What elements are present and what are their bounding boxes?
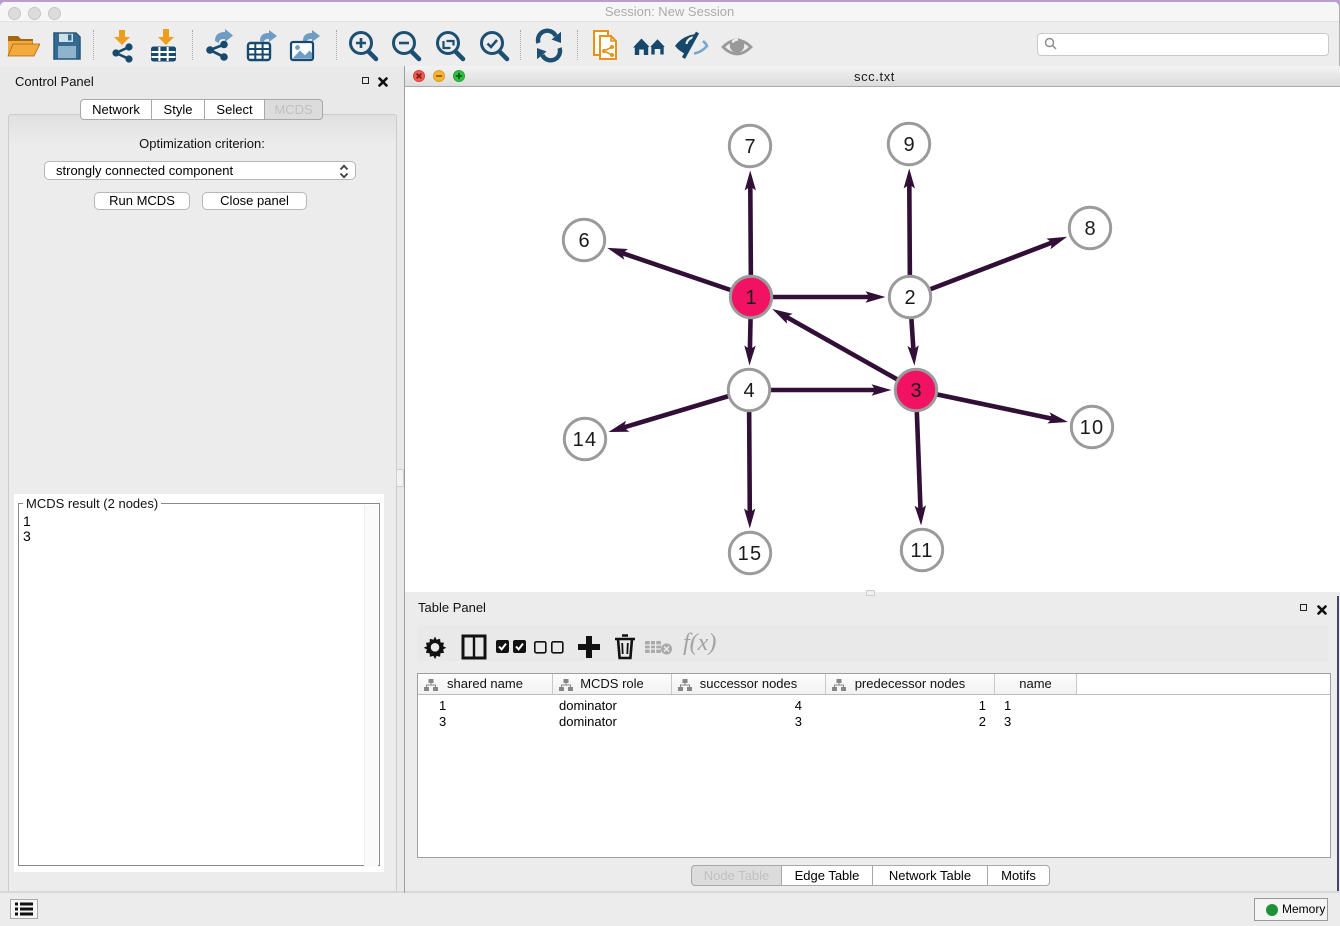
svg-text:7: 7 (744, 136, 755, 158)
svg-text:9: 9 (903, 134, 914, 156)
svg-text:10: 10 (1080, 417, 1105, 439)
svg-text:3: 3 (910, 380, 921, 402)
svg-text:8: 8 (1084, 218, 1095, 240)
svg-text:11: 11 (910, 540, 933, 562)
svg-text:6: 6 (578, 230, 589, 252)
svg-text:15: 15 (738, 543, 763, 565)
svg-text:2: 2 (904, 287, 915, 309)
svg-text:4: 4 (743, 380, 754, 402)
svg-text:1: 1 (745, 287, 756, 309)
svg-text:14: 14 (573, 429, 598, 451)
